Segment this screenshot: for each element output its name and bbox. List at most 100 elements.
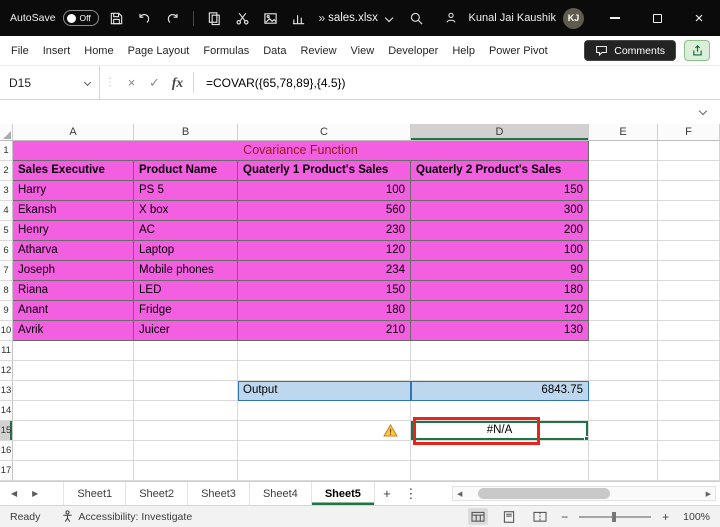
zoom-slider-thumb[interactable] — [612, 512, 616, 522]
cell-d9[interactable]: 120 — [411, 301, 589, 321]
avatar[interactable]: KJ — [563, 8, 584, 29]
cell-d2[interactable]: Quaterly 2 Product's Sales — [411, 161, 589, 181]
cell[interactable] — [658, 141, 720, 161]
zoom-in-button[interactable]: + — [662, 510, 669, 524]
cell[interactable] — [658, 301, 720, 321]
cell[interactable] — [589, 301, 658, 321]
col-header-b[interactable]: B — [134, 124, 238, 141]
select-all-corner[interactable] — [0, 124, 13, 141]
cell-b3[interactable]: PS 5 — [134, 181, 238, 201]
cell-d5[interactable]: 200 — [411, 221, 589, 241]
cell[interactable] — [658, 421, 720, 441]
document-title[interactable]: sales.xlsx — [328, 12, 392, 24]
row-header-16[interactable]: 16 — [0, 441, 13, 461]
col-header-e[interactable]: E — [589, 124, 658, 141]
cell-b6[interactable]: Laptop — [134, 241, 238, 261]
col-header-f[interactable]: F — [658, 124, 720, 141]
cell[interactable] — [589, 181, 658, 201]
sheet-tab-sheet5-active[interactable]: Sheet5 — [312, 482, 375, 505]
cell[interactable] — [658, 221, 720, 241]
ribbon-tab-formulas[interactable]: Formulas — [196, 36, 256, 65]
zoom-level[interactable]: 100% — [683, 511, 710, 523]
zoom-slider[interactable] — [579, 516, 651, 518]
scrollbar-thumb[interactable] — [478, 488, 610, 499]
row-header-3[interactable]: 3 — [0, 181, 13, 201]
cell[interactable] — [589, 161, 658, 181]
cell-a2[interactable]: Sales Executive — [13, 161, 134, 181]
row-header-2[interactable]: 2 — [0, 161, 13, 181]
cell[interactable] — [589, 201, 658, 221]
cell[interactable] — [13, 381, 134, 401]
chart-icon[interactable] — [288, 8, 309, 29]
cell-c10[interactable]: 210 — [238, 321, 411, 341]
sheet-tab-sheet2[interactable]: Sheet2 — [126, 482, 188, 505]
row-header-6[interactable]: 6 — [0, 241, 13, 261]
cell-c9[interactable]: 180 — [238, 301, 411, 321]
error-warning-icon[interactable] — [383, 424, 398, 437]
cell-d7[interactable]: 90 — [411, 261, 589, 281]
ribbon-tab-file[interactable]: File — [4, 36, 36, 65]
cell-d13-output-value[interactable]: 6843.75 — [411, 381, 589, 401]
cell-a9[interactable]: Anant — [13, 301, 134, 321]
cell-b8[interactable]: LED — [134, 281, 238, 301]
cell[interactable] — [134, 361, 238, 381]
cell[interactable] — [134, 401, 238, 421]
cut-icon[interactable] — [232, 8, 253, 29]
row-header-11[interactable]: 11 — [0, 341, 13, 361]
cell[interactable] — [589, 141, 658, 161]
cell[interactable] — [589, 341, 658, 361]
formula-input[interactable]: =COVAR({65,78,89},{4.5}) — [198, 66, 720, 99]
sheet-nav-right-icon[interactable]: ▶ — [32, 489, 38, 498]
cell-b5[interactable]: AC — [134, 221, 238, 241]
cell[interactable] — [589, 321, 658, 341]
col-header-a[interactable]: A — [13, 124, 134, 141]
normal-view-button[interactable] — [468, 508, 488, 525]
cell[interactable] — [238, 341, 411, 361]
cell[interactable] — [658, 401, 720, 421]
cell[interactable] — [238, 401, 411, 421]
cell[interactable] — [134, 441, 238, 461]
active-cell-d15[interactable]: #N/A — [411, 421, 589, 441]
zoom-out-button[interactable]: − — [561, 510, 568, 524]
cell[interactable] — [658, 441, 720, 461]
share-button[interactable] — [684, 40, 710, 61]
close-button[interactable]: × — [678, 0, 720, 36]
ribbon-tab-help[interactable]: Help — [445, 36, 482, 65]
cell-b9[interactable]: Fridge — [134, 301, 238, 321]
cell[interactable] — [411, 441, 589, 461]
cell-c13-output-label[interactable]: Output — [238, 381, 411, 401]
cell[interactable] — [238, 441, 411, 461]
cell-c2[interactable]: Quaterly 1 Product's Sales — [238, 161, 411, 181]
insert-function-button[interactable]: fx — [166, 66, 189, 99]
cell[interactable] — [589, 381, 658, 401]
cell[interactable] — [238, 461, 411, 481]
picture-icon[interactable] — [260, 8, 281, 29]
cell-d4[interactable]: 300 — [411, 201, 589, 221]
cell[interactable] — [13, 461, 134, 481]
cell[interactable] — [658, 181, 720, 201]
cell[interactable] — [13, 341, 134, 361]
sheet-tab-sheet1[interactable]: Sheet1 — [63, 482, 126, 505]
autosave-toggle[interactable]: Off — [63, 10, 99, 26]
cell[interactable] — [589, 441, 658, 461]
row-header-12[interactable]: 12 — [0, 361, 13, 381]
sheet-options-icon[interactable]: ⋮ — [399, 482, 423, 505]
cell-a7[interactable]: Joseph — [13, 261, 134, 281]
cell[interactable] — [134, 381, 238, 401]
cell-d3[interactable]: 150 — [411, 181, 589, 201]
ribbon-tab-view[interactable]: View — [344, 36, 382, 65]
cell[interactable] — [658, 241, 720, 261]
cell-a5[interactable]: Henry — [13, 221, 134, 241]
page-layout-view-button[interactable] — [499, 508, 519, 525]
cell[interactable] — [589, 241, 658, 261]
cell-c4[interactable]: 560 — [238, 201, 411, 221]
accessibility-status[interactable]: Accessibility: Investigate — [62, 510, 192, 523]
formula-bar-collapse-icon[interactable] — [699, 107, 707, 115]
redo-icon[interactable] — [162, 8, 183, 29]
cell[interactable] — [658, 461, 720, 481]
cell-c3[interactable]: 100 — [238, 181, 411, 201]
toolbar-overflow-icon[interactable]: » — [316, 11, 329, 25]
ribbon-tab-page-layout[interactable]: Page Layout — [121, 36, 197, 65]
cell-a8[interactable]: Riana — [13, 281, 134, 301]
ribbon-tab-developer[interactable]: Developer — [381, 36, 445, 65]
